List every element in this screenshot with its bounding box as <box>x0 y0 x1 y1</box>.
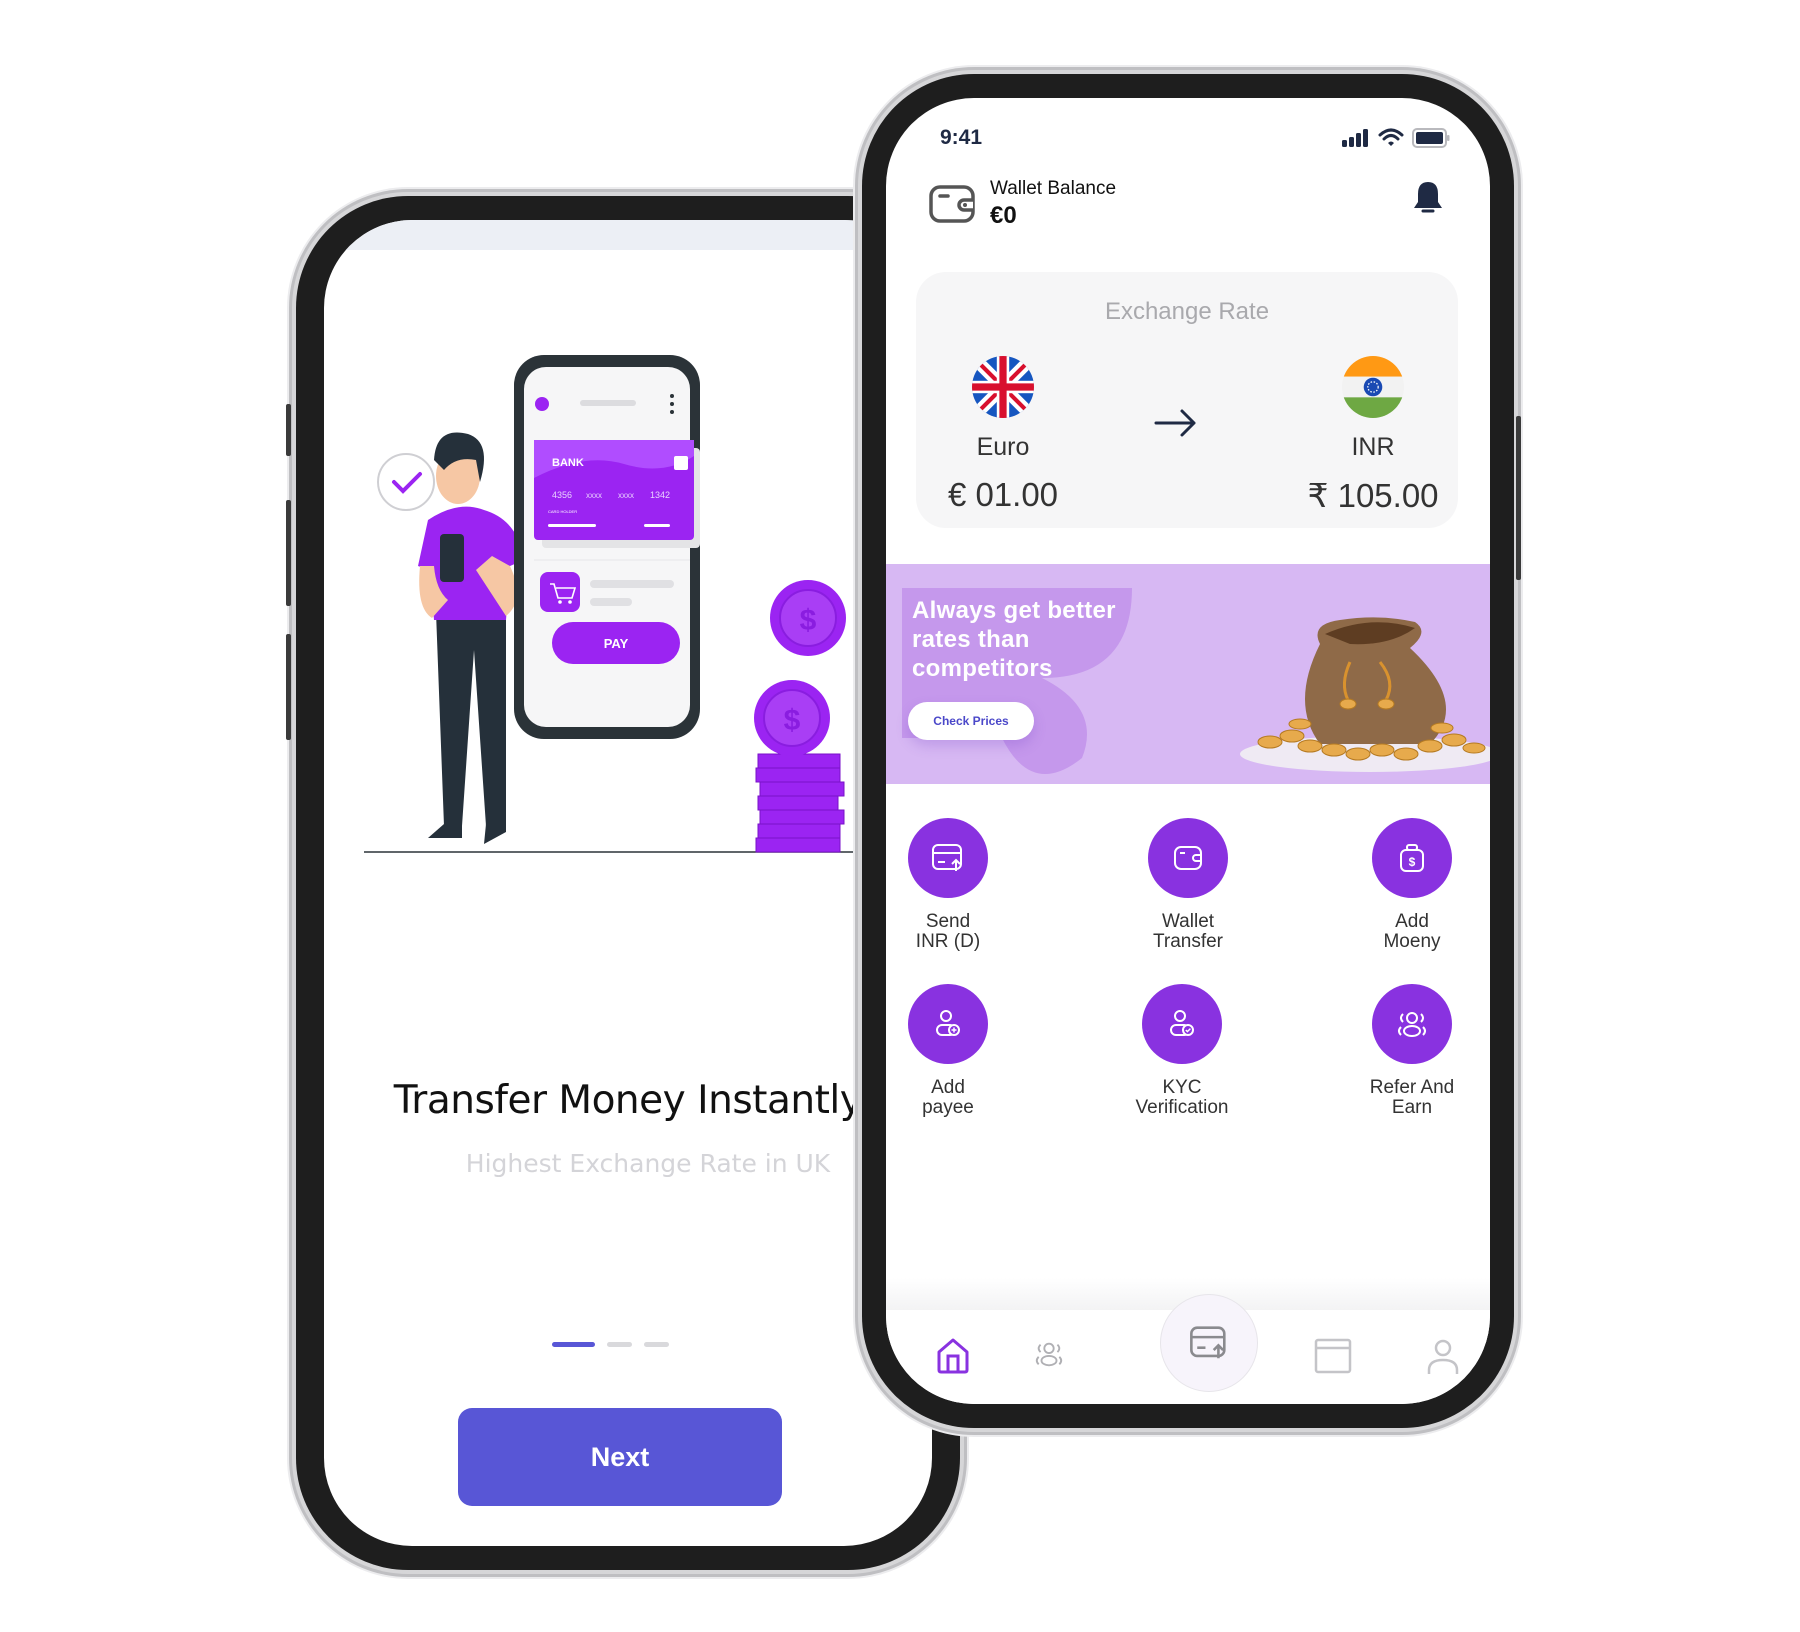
action-label: Add Moeny <box>1383 911 1441 952</box>
uk-flag-icon <box>967 351 1039 423</box>
phone-mockup: BANK 4356 xxxx xxxx 1342 CARD HOLDER PAY <box>514 355 700 739</box>
svg-text:$: $ <box>1409 855 1416 869</box>
verified-user-icon <box>1170 1010 1194 1036</box>
coins-illustration: $ $ <box>754 580 846 853</box>
page-dot-2[interactable] <box>607 1342 632 1347</box>
coin-symbol-2: $ <box>784 704 801 737</box>
action-label: Add payee <box>922 1077 974 1118</box>
action-icon-circle <box>1148 818 1228 898</box>
from-currency: Euro € 01.00 <box>938 351 1068 514</box>
onboarding-screen: BANK 4356 xxxx xxxx 1342 CARD HOLDER PAY <box>324 220 932 1546</box>
from-currency-amount: € 01.00 <box>947 476 1059 513</box>
card-number-4: 1342 <box>650 490 670 500</box>
add-user-icon <box>936 1010 960 1036</box>
card-holder-label: CARD HOLDER <box>548 509 577 514</box>
card-send-icon <box>932 844 962 871</box>
card-number-3: xxxx <box>618 491 634 500</box>
exchange-rate-title: Exchange Rate <box>1104 298 1270 325</box>
tab-home-icon[interactable] <box>936 1338 970 1374</box>
action-label: Send INR (D) <box>915 911 981 952</box>
page-dot-3[interactable] <box>644 1342 669 1347</box>
action-refer-earn[interactable]: Refer And Earn <box>1342 984 1482 1118</box>
action-icon-circle: $ <box>1372 818 1452 898</box>
action-icon-circle <box>908 818 988 898</box>
pay-label: PAY <box>604 636 629 651</box>
action-icon-circle <box>1142 984 1222 1064</box>
to-currency: INR ₹ 105.00 <box>1298 356 1448 515</box>
home-phone: 9:41 Wallet Balance €0 Exchange Rate Eur… <box>862 74 1514 1428</box>
action-icon-circle <box>908 984 988 1064</box>
status-time: 9:41 <box>940 126 983 149</box>
wallet-icon <box>929 185 975 223</box>
tab-send-button[interactable] <box>1160 1294 1258 1392</box>
person-illustration <box>418 432 524 844</box>
action-label: KYC Verification <box>1135 1077 1229 1118</box>
onboarding-title: Transfer Money Instantly <box>393 1078 863 1123</box>
arrow-right-icon <box>1154 409 1196 437</box>
card-send-icon <box>1190 1326 1226 1359</box>
check-prices-button[interactable]: Check Prices <box>908 702 1034 740</box>
action-add-money[interactable]: $ Add Moeny <box>1342 818 1482 952</box>
action-label: Wallet Transfer <box>1152 911 1224 952</box>
side-button <box>286 500 291 606</box>
india-flag-icon <box>1342 356 1404 418</box>
onboarding-phone: BANK 4356 xxxx xxxx 1342 CARD HOLDER PAY <box>296 196 960 1570</box>
users-group-icon <box>1398 1012 1426 1037</box>
money-bag-icon: $ <box>1400 844 1424 872</box>
next-button[interactable]: Next <box>458 1408 782 1506</box>
tab-profile-icon[interactable] <box>1426 1338 1460 1376</box>
pagination-dots <box>552 1342 669 1347</box>
wallet-label: Wallet Balance <box>990 178 1117 199</box>
action-send-inr[interactable]: Send INR (D) <box>886 818 1018 952</box>
signal-icon <box>1342 129 1368 147</box>
wifi-icon <box>1378 128 1404 146</box>
coin-symbol: $ <box>800 604 817 637</box>
wallet-value: €0 <box>990 202 1017 229</box>
side-button <box>1516 416 1521 580</box>
bottom-tab-bar <box>886 1294 1490 1404</box>
card-number-2: xxxx <box>586 491 602 500</box>
promo-line-3: competitors <box>912 655 1053 682</box>
promo-text: Always get better rates than competitors <box>912 596 1116 683</box>
home-screen: 9:41 Wallet Balance €0 Exchange Rate Eur… <box>886 98 1490 1404</box>
promo-banner: Always get better rates than competitors… <box>886 564 1490 784</box>
promo-line-2: rates than <box>912 626 1030 653</box>
payment-illustration: BANK 4356 xxxx xxxx 1342 CARD HOLDER PAY <box>364 355 932 853</box>
status-icons <box>1342 128 1450 148</box>
to-currency-name: INR <box>1351 433 1395 461</box>
wallet-icon <box>1174 846 1202 870</box>
action-label: Refer And Earn <box>1369 1077 1455 1118</box>
action-add-payee[interactable]: Add payee <box>886 984 1018 1118</box>
exchange-rate-card: Exchange Rate Euro € 01.00 INR ₹ 105.00 <box>916 272 1458 528</box>
card-number-1: 4356 <box>552 490 572 500</box>
from-currency-name: Euro <box>976 433 1030 461</box>
card-brand: BANK <box>552 457 584 469</box>
money-bag-illustration <box>1240 617 1490 772</box>
page-dot-1[interactable] <box>552 1342 595 1347</box>
wallet-balance[interactable]: Wallet Balance €0 <box>928 178 1116 230</box>
notification-bell-icon[interactable] <box>1412 180 1444 216</box>
tab-cards-icon[interactable] <box>1314 1338 1352 1374</box>
battery-icon <box>1412 128 1450 148</box>
tab-community-icon[interactable] <box>1034 1338 1064 1370</box>
action-wallet-transfer[interactable]: Wallet Transfer <box>1118 818 1258 952</box>
action-icon-circle <box>1372 984 1452 1064</box>
to-currency-amount: ₹ 105.00 <box>1307 477 1439 514</box>
check-bubble-icon <box>377 453 435 511</box>
action-kyc-verification[interactable]: KYC Verification <box>1112 984 1252 1118</box>
side-button <box>286 404 291 456</box>
side-button <box>286 634 291 740</box>
promo-line-1: Always get better <box>912 597 1116 624</box>
onboarding-subtitle: Highest Exchange Rate in UK <box>465 1149 831 1178</box>
